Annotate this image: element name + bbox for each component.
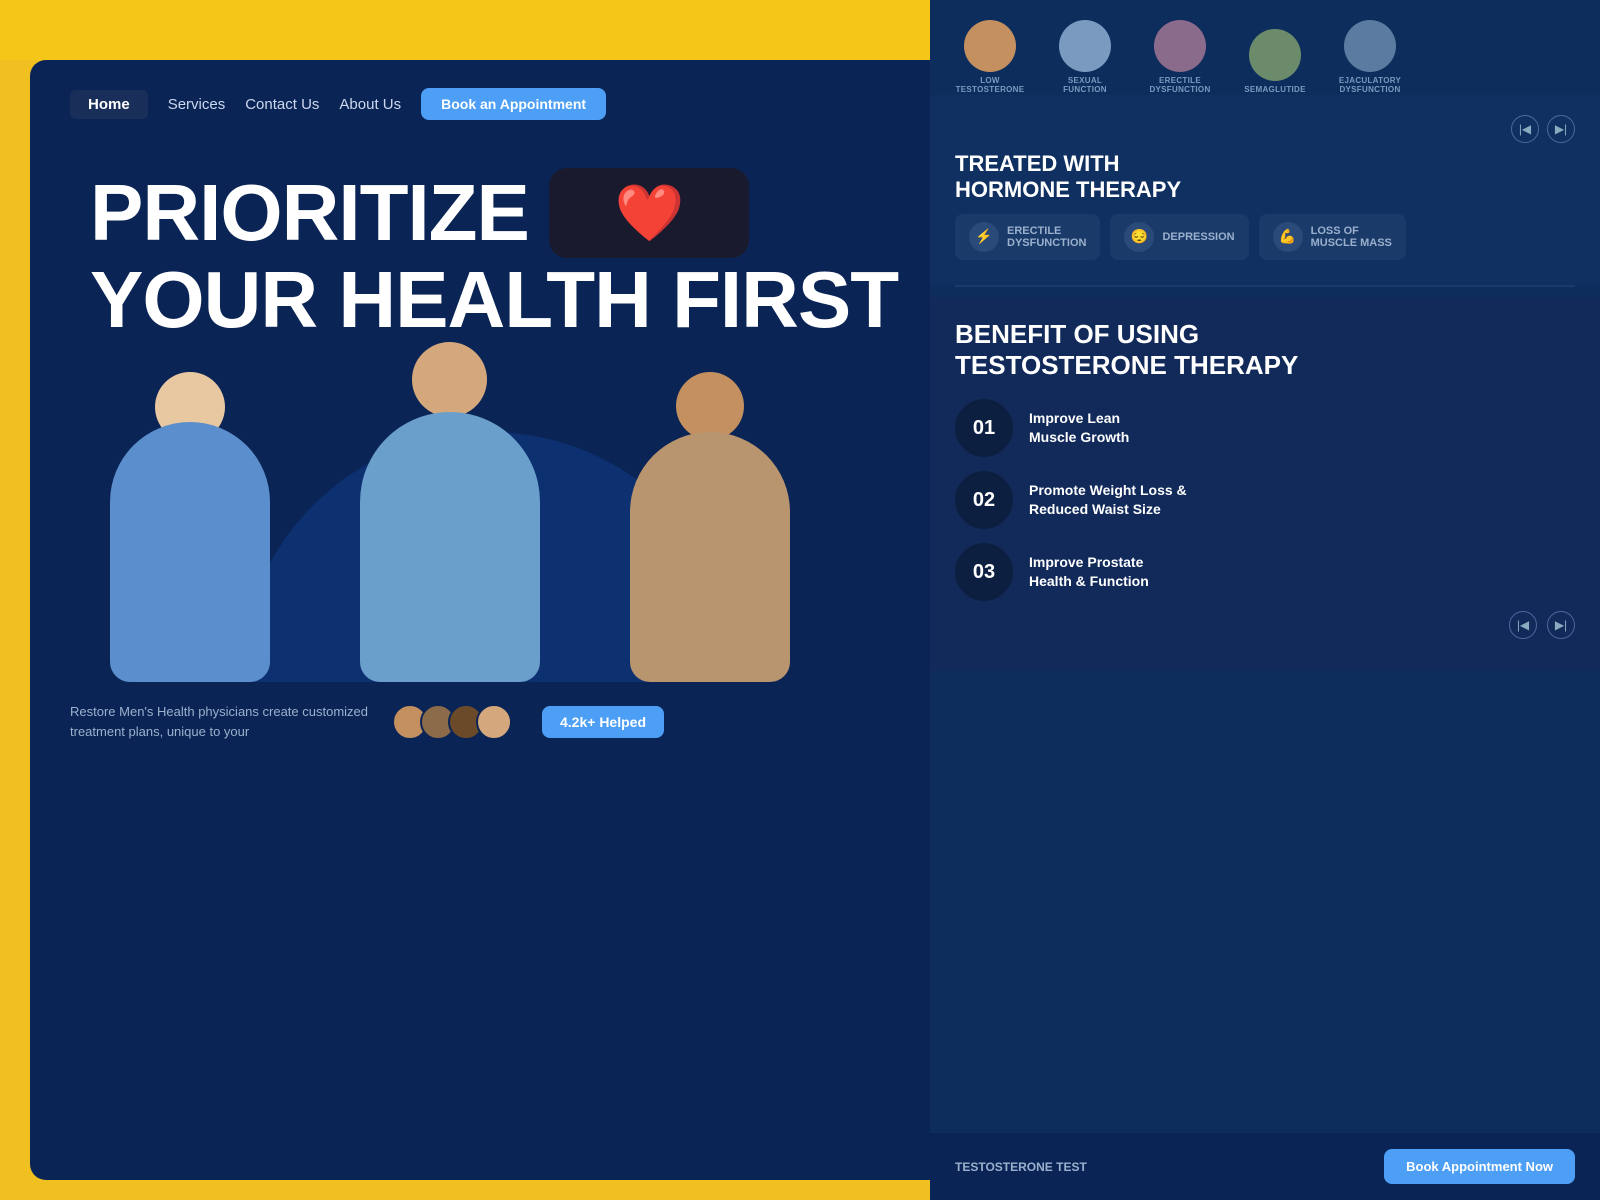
section-divider xyxy=(955,285,1575,287)
benefit-item-1: 01 Improve LeanMuscle Growth xyxy=(955,399,1575,457)
ejac-label: EJACULATORYDYSFUNCTION xyxy=(1339,76,1401,95)
muscle-loss-tag-label: LOSS OFMUSCLE MASS xyxy=(1311,225,1392,249)
hero-title-line2: YOUR HEALTH FIRST xyxy=(90,258,910,342)
right-panel: LOWTESTOSTERONE SEXUALFUNCTION ERECTILED… xyxy=(930,0,1600,1200)
benefit-bottom-nav: |◀ ▶| xyxy=(955,601,1575,649)
person-right-body xyxy=(630,432,790,682)
nav-services[interactable]: Services xyxy=(168,96,226,113)
nav-contact[interactable]: Contact Us xyxy=(245,96,319,113)
right-footer: TESTOSTERONE TEST Book Appointment Now xyxy=(930,1133,1600,1200)
condition-semaglutide[interactable]: SEMAGLUTIDE xyxy=(1230,29,1320,95)
benefit-text-1: Improve LeanMuscle Growth xyxy=(1029,409,1129,448)
benefit-title: BENEFIT OF USING TESTOSTERONE THERAPY xyxy=(955,319,1575,381)
helped-badge: 4.2k+ Helped xyxy=(542,706,664,738)
low-t-label: LOWTESTOSTERONE xyxy=(956,76,1025,95)
carousel-prev-button[interactable]: |◀ xyxy=(1511,115,1539,143)
avatar-4 xyxy=(476,704,512,740)
footer-description: Restore Men's Health physicians create c… xyxy=(70,702,370,741)
benefit-section: BENEFIT OF USING TESTOSTERONE THERAPY 01… xyxy=(930,297,1600,671)
person-left-body xyxy=(110,422,270,682)
treated-title-line2: HORMONE THERAPY xyxy=(955,177,1575,203)
benefit-next-button[interactable]: ▶| xyxy=(1547,611,1575,639)
conditions-strip: LOWTESTOSTERONE SEXUALFUNCTION ERECTILED… xyxy=(930,0,1600,95)
person-right xyxy=(610,372,810,682)
depression-tag-label: DEPRESSION xyxy=(1162,231,1234,243)
nav-about[interactable]: About Us xyxy=(339,96,401,113)
condition-low-testosterone[interactable]: LOWTESTOSTERONE xyxy=(945,20,1035,95)
person-center-head xyxy=(412,342,487,417)
tag-depression[interactable]: 😔 DEPRESSION xyxy=(1110,214,1248,260)
people-section xyxy=(30,342,950,682)
sexual-fn-avatar xyxy=(1059,20,1111,72)
benefit-title-line1: BENEFIT OF USING xyxy=(955,319,1575,350)
person-left xyxy=(90,372,290,682)
ejac-avatar xyxy=(1344,20,1396,72)
nav-home[interactable]: Home xyxy=(70,90,148,119)
benefit-prev-button[interactable]: |◀ xyxy=(1509,611,1537,639)
erectile-tag-icon: ⚡ xyxy=(969,222,999,252)
condition-erectile-dysfunction[interactable]: ERECTILEDYSFUNCTION xyxy=(1135,20,1225,95)
benefit-item-2: 02 Promote Weight Loss &Reduced Waist Si… xyxy=(955,471,1575,529)
sema-avatar xyxy=(1249,29,1301,81)
benefit-text-2: Promote Weight Loss &Reduced Waist Size xyxy=(1029,481,1187,520)
heart-icon: ❤️ xyxy=(615,184,684,243)
condition-ejaculatory[interactable]: EJACULATORYDYSFUNCTION xyxy=(1325,20,1415,95)
muscle-loss-tag-icon: 💪 xyxy=(1273,222,1303,252)
hero-title: PRIORITIZE ❤️ YOUR HEALTH FIRST xyxy=(90,168,910,342)
person-center-body xyxy=(360,412,540,682)
depression-tag-icon: 😔 xyxy=(1124,222,1154,252)
test-label: TESTOSTERONE TEST xyxy=(955,1160,1087,1174)
sexual-fn-label: SEXUALFUNCTION xyxy=(1063,76,1107,95)
erectile-label: ERECTILEDYSFUNCTION xyxy=(1149,76,1210,95)
treated-title: TREATED WITH HORMONE THERAPY xyxy=(955,151,1575,204)
benefit-text-3: Improve ProstateHealth & Function xyxy=(1029,553,1149,592)
benefit-number-3: 03 xyxy=(955,543,1013,601)
erectile-tag-label: ERECTILEDYSFUNCTION xyxy=(1007,225,1086,249)
sema-label: SEMAGLUTIDE xyxy=(1244,85,1306,95)
erectile-avatar xyxy=(1154,20,1206,72)
benefit-item-3: 03 Improve ProstateHealth & Function xyxy=(955,543,1575,601)
heart-badge: ❤️ xyxy=(549,168,749,258)
condition-tags: ⚡ ERECTILEDYSFUNCTION 😔 DEPRESSION 💪 LOS… xyxy=(955,204,1575,270)
navigation: Home Services Contact Us About Us Book a… xyxy=(30,60,950,148)
benefit-title-line2: TESTOSTERONE THERAPY xyxy=(955,350,1575,381)
condition-sexual-function[interactable]: SEXUALFUNCTION xyxy=(1040,20,1130,95)
benefit-list: 01 Improve LeanMuscle Growth 02 Promote … xyxy=(955,399,1575,601)
avatar-group xyxy=(400,704,512,740)
person-center xyxy=(340,342,560,682)
footer-section: Restore Men's Health physicians create c… xyxy=(30,682,950,761)
benefit-number-1: 01 xyxy=(955,399,1013,457)
hero-section: PRIORITIZE ❤️ YOUR HEALTH FIRST xyxy=(30,148,950,342)
book-appointment-button[interactable]: Book an Appointment xyxy=(421,88,606,120)
hero-title-line1: PRIORITIZE xyxy=(90,171,529,255)
carousel-next-button[interactable]: ▶| xyxy=(1547,115,1575,143)
low-t-avatar xyxy=(964,20,1016,72)
tag-erectile[interactable]: ⚡ ERECTILEDYSFUNCTION xyxy=(955,214,1100,260)
main-card: Home Services Contact Us About Us Book a… xyxy=(30,60,950,1180)
treated-title-line1: TREATED WITH xyxy=(955,151,1575,177)
treated-nav: |◀ ▶| xyxy=(955,115,1575,143)
tag-muscle-loss[interactable]: 💪 LOSS OFMUSCLE MASS xyxy=(1259,214,1406,260)
benefit-number-2: 02 xyxy=(955,471,1013,529)
treated-section: |◀ ▶| TREATED WITH HORMONE THERAPY ⚡ ERE… xyxy=(930,95,1600,285)
person-right-head xyxy=(676,372,744,440)
book-appointment-now-button[interactable]: Book Appointment Now xyxy=(1384,1149,1575,1184)
carousel-nav: |◀ ▶| xyxy=(1511,115,1575,143)
